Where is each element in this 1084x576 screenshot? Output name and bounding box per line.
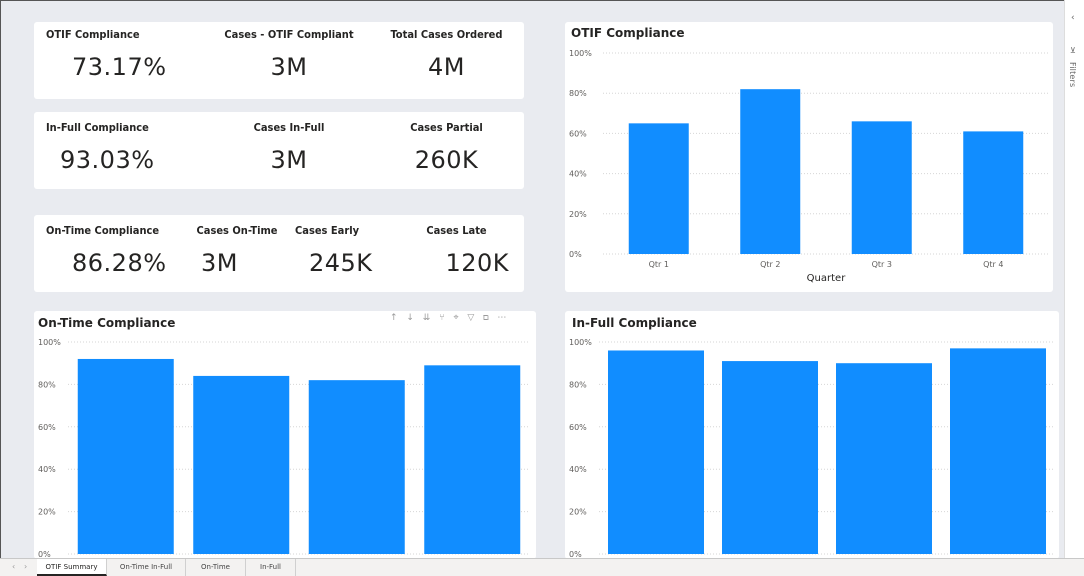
bar[interactable] bbox=[424, 365, 521, 554]
y-tick-label: 20% bbox=[38, 508, 56, 517]
bar[interactable] bbox=[628, 123, 689, 254]
kpi-card-otif[interactable]: OTIF Compliance 73.17% Cases - OTIF Comp… bbox=[34, 22, 524, 99]
bar[interactable] bbox=[77, 358, 174, 554]
kpi-label: Total Cases Ordered bbox=[390, 28, 503, 41]
tab-in-full[interactable]: In-Full bbox=[246, 559, 296, 576]
kpi-otif-compliance[interactable]: OTIF Compliance 73.17% bbox=[46, 28, 196, 81]
in-full-compliance-chart: 0%20%40%60%80%100% bbox=[569, 338, 1055, 559]
bar[interactable] bbox=[608, 350, 704, 554]
tab-otif-summary[interactable]: OTIF Summary bbox=[37, 559, 107, 576]
kpi-label: Cases In-Full bbox=[253, 121, 325, 134]
bar[interactable] bbox=[851, 121, 912, 254]
y-tick-label: 40% bbox=[569, 170, 587, 179]
bar[interactable] bbox=[722, 361, 818, 554]
y-tick-label: 60% bbox=[569, 129, 587, 138]
bar[interactable] bbox=[308, 380, 405, 554]
kpi-cases-early[interactable]: Cases Early 245K bbox=[289, 224, 384, 277]
filters-pane-collapsed[interactable]: ‹ ⊻ Filters bbox=[1064, 0, 1084, 558]
y-tick-label: 80% bbox=[38, 380, 56, 389]
tab-on-time-in-full[interactable]: On-Time In-Full bbox=[107, 559, 186, 576]
bar[interactable] bbox=[963, 131, 1024, 254]
y-tick-label: 40% bbox=[569, 465, 587, 474]
chart-card-otif[interactable]: OTIF Compliance 0% 20% 40% 60% 80% 100% Qtr 1Q… bbox=[565, 22, 1053, 292]
otif-compliance-chart: 0% 20% 40% 60% 80% 100% Qtr 1 Qtr 2 Qtr 3 Qtr 4 Qu… bbox=[569, 49, 1049, 284]
kpi-total-cases-ordered[interactable]: Total Cases Ordered 4M bbox=[374, 28, 519, 81]
tab-prev-icon[interactable]: ‹ bbox=[12, 562, 15, 571]
y-tick-label: 40% bbox=[38, 465, 56, 474]
kpi-card-in-full[interactable]: In-Full Compliance 93.03% Cases In-Full … bbox=[34, 112, 524, 189]
on-time-compliance-chart: 0%20%40%60%80%100% bbox=[38, 338, 530, 559]
x-tick-label: Qtr 1 bbox=[649, 260, 669, 269]
kpi-value: 120K bbox=[445, 249, 509, 277]
kpi-cases-partial[interactable]: Cases Partial 260K bbox=[374, 121, 519, 174]
filters-label: Filters bbox=[1068, 62, 1077, 88]
kpi-value: 93.03% bbox=[60, 146, 155, 174]
kpi-value: 245K bbox=[309, 249, 373, 277]
bar[interactable] bbox=[950, 348, 1046, 554]
kpi-value: 260K bbox=[414, 146, 479, 174]
x-axis-title: Quarter bbox=[807, 273, 847, 284]
kpi-value: 73.17% bbox=[72, 53, 167, 81]
y-tick-label: 0% bbox=[569, 250, 582, 259]
report-canvas: OTIF Compliance 73.17% Cases - OTIF Comp… bbox=[0, 0, 1064, 559]
kpi-value: 4M bbox=[428, 53, 465, 81]
kpi-in-full-compliance[interactable]: In-Full Compliance 93.03% bbox=[46, 121, 196, 174]
kpi-value: 3M bbox=[270, 53, 308, 81]
page-tab-bar: ‹ › OTIF Summary On-Time In-Full On-Time… bbox=[0, 558, 1084, 576]
kpi-cases-late[interactable]: Cases Late 120K bbox=[394, 224, 519, 277]
kpi-value: 3M bbox=[270, 146, 308, 174]
kpi-value: 86.28% bbox=[72, 249, 167, 277]
tab-next-icon[interactable]: › bbox=[24, 562, 27, 571]
y-tick-label: 80% bbox=[569, 89, 587, 98]
x-tick-label: Qtr 2 bbox=[760, 260, 780, 269]
chart-card-on-time[interactable]: On-Time Compliance ↑ ↓ ⇊ ⑂ ⌖ ▽ ⧉ ⋯ 0% 20%… bbox=[34, 311, 536, 559]
x-tick-label: Qtr 4 bbox=[983, 260, 1003, 269]
y-tick-label: 100% bbox=[38, 338, 61, 347]
bar[interactable] bbox=[740, 89, 801, 255]
kpi-label: Cases - OTIF Compliant bbox=[224, 28, 354, 41]
y-tick-label: 80% bbox=[569, 380, 587, 389]
kpi-cases-in-full[interactable]: Cases In-Full 3M bbox=[214, 121, 364, 174]
kpi-label: Cases Late bbox=[426, 224, 487, 237]
kpi-cases-on-time[interactable]: Cases On-Time 3M bbox=[187, 224, 287, 277]
bar[interactable] bbox=[836, 363, 932, 554]
kpi-label: In-Full Compliance bbox=[46, 121, 149, 134]
filter-icon: ⊻ bbox=[1070, 46, 1076, 55]
y-tick-label: 100% bbox=[569, 338, 592, 347]
kpi-label: OTIF Compliance bbox=[46, 28, 140, 41]
kpi-label: Cases On-Time bbox=[196, 224, 278, 237]
tab-on-time[interactable]: On-Time bbox=[186, 559, 246, 576]
y-tick-label: 20% bbox=[569, 508, 587, 517]
y-tick-label: 100% bbox=[569, 49, 592, 58]
kpi-value: 3M bbox=[201, 249, 238, 277]
kpi-label: Cases Early bbox=[295, 224, 360, 237]
kpi-label: Cases Partial bbox=[410, 121, 483, 134]
kpi-label: On-Time Compliance bbox=[46, 224, 160, 237]
bar[interactable] bbox=[193, 375, 290, 554]
chart-card-in-full[interactable]: In-Full Compliance 0% 20% 40% 60% 80% 100% bbox=[565, 311, 1059, 559]
kpi-cases-otif-compliant[interactable]: Cases - OTIF Compliant 3M bbox=[214, 28, 364, 81]
kpi-on-time-compliance[interactable]: On-Time Compliance 86.28% bbox=[46, 224, 186, 277]
kpi-card-on-time[interactable]: On-Time Compliance 86.28% Cases On-Time … bbox=[34, 215, 524, 292]
y-tick-label: 60% bbox=[569, 423, 587, 432]
x-tick-label: Qtr 3 bbox=[872, 260, 892, 269]
y-tick-label: 20% bbox=[569, 210, 587, 219]
y-tick-label: 60% bbox=[38, 423, 56, 432]
expand-pane-icon[interactable]: ‹ bbox=[1071, 13, 1075, 23]
